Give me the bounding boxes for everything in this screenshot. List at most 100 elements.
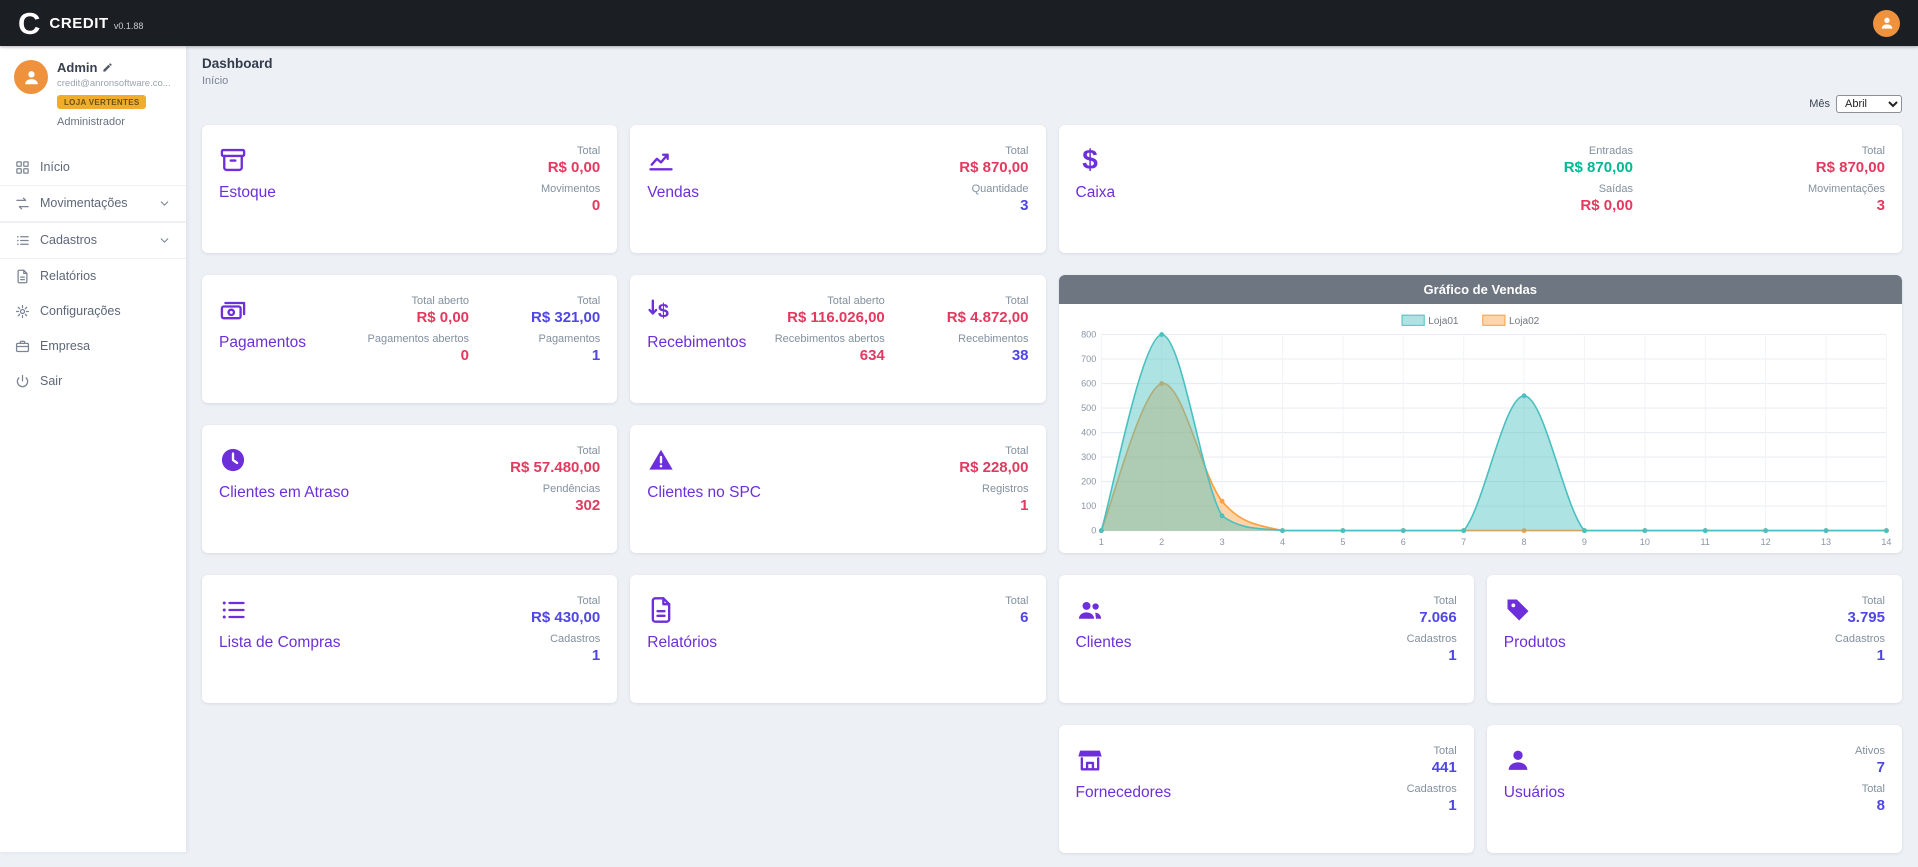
sidebar-item-label: Sair	[40, 374, 62, 388]
stat-value: R$ 4.872,00	[947, 309, 1029, 326]
svg-text:11: 11	[1700, 537, 1709, 547]
app-brand: CREDIT	[49, 15, 108, 32]
power-icon	[15, 374, 30, 389]
archive-icon	[219, 146, 247, 174]
stat-value: R$ 870,00	[1808, 159, 1885, 176]
stat-column: TotalR$ 430,00Cadastros1	[531, 593, 600, 691]
svg-text:Loja01: Loja01	[1428, 316, 1459, 327]
stat-column: TotalR$ 4.872,00Recebimentos38	[947, 293, 1029, 391]
list-icon	[219, 596, 247, 624]
card-vendas-link[interactable]: Vendas	[647, 184, 699, 202]
grid-icon	[15, 160, 30, 175]
stat-label: Total	[531, 295, 600, 307]
stat-value: R$ 0,00	[368, 309, 470, 326]
file-icon	[647, 596, 675, 624]
month-select[interactable]: Abril	[1836, 95, 1902, 113]
stat-value: 1	[1407, 647, 1457, 664]
sidebar-item-label: Configurações	[40, 304, 121, 318]
card-caixa-link[interactable]: Caixa	[1076, 184, 1116, 202]
svg-text:Loja02: Loja02	[1509, 316, 1540, 327]
sidebar-item-configuracoes[interactable]: Configurações	[0, 294, 186, 329]
sidebar-item-inicio[interactable]: Início	[0, 150, 186, 185]
card-fornecedores-link[interactable]: Fornecedores	[1076, 784, 1172, 802]
card-estoque: Estoque TotalR$ 0,00Movimentos0	[202, 125, 617, 253]
card-estoque-link[interactable]: Estoque	[219, 184, 276, 202]
stat-label: Movimentos	[541, 183, 600, 195]
card-lista-de-compras: Lista de Compras TotalR$ 430,00Cadastros1	[202, 575, 617, 703]
stat-value: 38	[947, 347, 1029, 364]
svg-text:200: 200	[1081, 477, 1096, 487]
stat-value: R$ 870,00	[1564, 159, 1633, 176]
card-relatorios-link[interactable]: Relatórios	[647, 634, 717, 652]
svg-text:700: 700	[1081, 354, 1096, 364]
stat-value: 1	[531, 647, 600, 664]
stat-label: Registros	[959, 483, 1028, 495]
profile-email: credit@anronsoftware.co...	[57, 78, 171, 89]
card-clientes-link[interactable]: Clientes	[1076, 634, 1132, 652]
card-pagamentos: PagamentosTotal abertoR$ 0,00Pagamentos …	[202, 275, 617, 403]
stat-column: TotalR$ 0,00Movimentos0	[541, 143, 600, 241]
svg-text:2: 2	[1159, 537, 1164, 547]
stat-value: 7	[1855, 759, 1885, 776]
card-usuarios-link[interactable]: Usuários	[1504, 784, 1565, 802]
sidebar-nav: Início MovimentaçõesCadastrosRelatórios Co…	[0, 150, 186, 399]
sidebar-item-cadastros[interactable]: Cadastros	[0, 222, 186, 259]
stat-value: R$ 0,00	[1564, 197, 1633, 214]
pencil-icon[interactable]	[102, 62, 113, 73]
card-caixa: $CaixaEntradasR$ 870,00SaídasR$ 0,00Tota…	[1059, 125, 1903, 253]
sidebar-item-label: Início	[40, 160, 70, 174]
card-recebimentos-link[interactable]: Recebimentos	[647, 334, 746, 352]
card-clientes-no-spc-link[interactable]: Clientes no SPC	[647, 484, 761, 502]
stat-column: TotalR$ 870,00Movimentações3	[1808, 143, 1885, 241]
app-version: v0.1.88	[114, 21, 144, 31]
cards-right-bottom-grid: ClientesTotal7.066Cadastros1ProdutosTota…	[1059, 575, 1903, 853]
svg-text:0: 0	[1091, 526, 1096, 536]
sales-chart-card: Gráfico de Vendas 0100200300400500600700…	[1059, 275, 1903, 553]
sidebar-item-sair[interactable]: Sair	[0, 364, 186, 399]
cash-icon	[219, 296, 247, 324]
warning-icon	[647, 446, 675, 474]
stat-label: Total	[959, 145, 1028, 157]
stat-label: Total aberto	[368, 295, 470, 307]
svg-text:400: 400	[1081, 428, 1096, 438]
stat-label: Total	[541, 145, 600, 157]
exchange-icon	[15, 196, 30, 211]
sidebar-item-label: Empresa	[40, 339, 90, 353]
svg-text:3: 3	[1219, 537, 1224, 547]
stat-label: Cadastros	[1407, 633, 1457, 645]
stat-label: Quantidade	[959, 183, 1028, 195]
card-lista-de-compras-link[interactable]: Lista de Compras	[219, 634, 340, 652]
svg-text:100: 100	[1081, 501, 1096, 511]
store-badge: LOJA VERTENTES	[57, 95, 146, 109]
card-vendas: VendasTotalR$ 870,00Quantidade3	[630, 125, 1045, 253]
card-pagamentos-link[interactable]: Pagamentos	[219, 334, 306, 352]
card-clientes-em-atraso-link[interactable]: Clientes em Atraso	[219, 484, 349, 502]
card-relatorios: RelatóriosTotal6	[630, 575, 1045, 703]
page-title: Dashboard	[202, 56, 1902, 71]
svg-text:1: 1	[1098, 537, 1103, 547]
profile-avatar-icon	[14, 60, 48, 94]
stat-label: Total aberto	[775, 295, 885, 307]
card-recebimentos: $ Recebimentos Total abertoR$ 116.026,00Re…	[630, 275, 1045, 403]
stat-label: Total	[1407, 595, 1457, 607]
sidebar-item-relatorios[interactable]: Relatórios	[0, 259, 186, 294]
sidebar-item-empresa[interactable]: Empresa	[0, 329, 186, 364]
sidebar-item-movimentacoes[interactable]: Movimentações	[0, 185, 186, 222]
card-produtos: ProdutosTotal3.795Cadastros1	[1487, 575, 1902, 703]
card-produtos-link[interactable]: Produtos	[1504, 634, 1566, 652]
cards-left-grid: Estoque TotalR$ 0,00Movimentos0 Vendas Tota…	[202, 125, 1046, 703]
user-avatar[interactable]	[1873, 10, 1900, 37]
stat-label: Total	[1855, 783, 1885, 795]
stat-column: Total abertoR$ 116.026,00Recebimentos ab…	[775, 293, 885, 391]
stat-column: Total abertoR$ 0,00Pagamentos abertos0	[368, 293, 470, 391]
dollar-receive-icon: $	[647, 296, 675, 324]
stat-label: Ativos	[1855, 745, 1885, 757]
stat-label: Pagamentos	[531, 333, 600, 345]
stat-value: 1	[531, 347, 600, 364]
stat-label: Cadastros	[1407, 783, 1457, 795]
svg-text:10: 10	[1639, 537, 1649, 547]
stat-value: 302	[510, 497, 600, 514]
stat-label: Pendências	[510, 483, 600, 495]
stat-value: R$ 57.480,00	[510, 459, 600, 476]
card-clientes-em-atraso: Clientes em AtrasoTotalR$ 57.480,00Pendê…	[202, 425, 617, 553]
